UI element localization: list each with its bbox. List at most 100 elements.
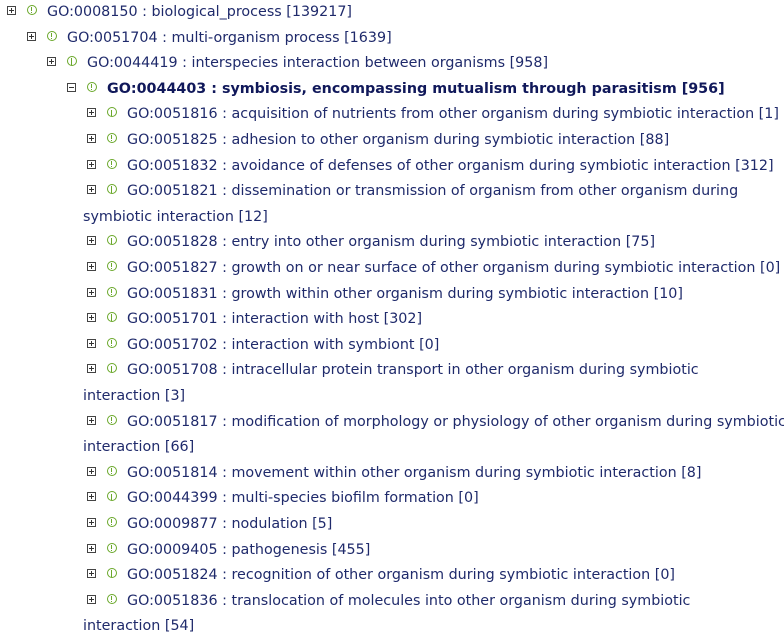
go-term-link[interactable]: GO:0051821 : dissemination or transmissi… <box>127 179 738 205</box>
go-term-link[interactable]: GO:0051825 : adhesion to other organism … <box>127 128 669 154</box>
expand-toggle-icon[interactable] <box>27 31 36 41</box>
go-term-id: GO:0051827 <box>127 260 218 276</box>
tree-row: GO:0051816 : acquisition of nutrients fr… <box>0 102 784 128</box>
go-term-count: [66] <box>160 439 195 456</box>
go-term-link[interactable]: GO:0051708 : intracellular protein trans… <box>127 358 699 384</box>
go-term-link[interactable]: GO:0051814 : movement within other organ… <box>127 461 701 487</box>
go-term-id: GO:0051832 <box>127 157 218 174</box>
go-term-link[interactable]: GO:0051817 : modification of morphology … <box>127 410 784 436</box>
expand-toggle-icon[interactable] <box>87 492 96 502</box>
go-term-id: GO:0051704 <box>67 29 158 46</box>
go-term-link[interactable]: GO:0009405 : pathogenesis [455] <box>127 538 370 564</box>
go-term-separator: : <box>217 362 232 379</box>
info-icon[interactable] <box>107 491 117 502</box>
tree-row: GO:0009405 : pathogenesis [455] <box>0 538 784 564</box>
expand-toggle-icon[interactable] <box>87 569 96 579</box>
info-icon[interactable] <box>107 261 117 271</box>
tree-row: GO:0051831 : growth within other organis… <box>0 282 784 308</box>
info-icon[interactable] <box>107 414 117 425</box>
expand-toggle-icon[interactable] <box>87 415 96 425</box>
go-term-name-continued[interactable]: interaction [3] <box>83 384 185 410</box>
expand-toggle-icon[interactable] <box>7 6 16 15</box>
info-icon[interactable] <box>107 363 117 374</box>
info-icon[interactable] <box>107 337 117 348</box>
go-term-link[interactable]: GO:0051702 : interaction with symbiont [… <box>127 333 439 359</box>
expand-toggle-icon[interactable] <box>87 236 96 246</box>
go-term-id: GO:0051814 <box>127 464 218 481</box>
info-icon[interactable] <box>107 312 117 323</box>
expand-toggle-icon[interactable] <box>47 57 56 67</box>
go-term-count: [956] <box>676 80 725 97</box>
go-term-name-tail: interaction <box>83 618 161 635</box>
go-term-separator: : <box>137 4 152 20</box>
info-icon[interactable] <box>47 30 57 41</box>
go-term-link[interactable]: GO:0051701 : interaction with host [302] <box>127 307 422 333</box>
collapse-toggle-icon[interactable] <box>67 82 76 92</box>
tree-row-continuation: interaction [3] <box>0 384 784 410</box>
go-term-count: [3] <box>160 388 186 404</box>
expand-toggle-icon[interactable] <box>87 543 96 553</box>
expand-toggle-icon[interactable] <box>87 313 96 323</box>
go-term-name-continued[interactable]: symbiotic interaction [12] <box>83 205 268 231</box>
go-term-count: [5] <box>307 516 333 532</box>
expand-toggle-icon[interactable] <box>87 518 96 527</box>
expand-toggle-icon[interactable] <box>87 364 96 374</box>
tree-row: GO:0051814 : movement within other organ… <box>0 461 784 487</box>
info-icon[interactable] <box>67 56 77 67</box>
go-term-name-continued[interactable]: interaction [54] <box>83 614 194 640</box>
go-term-count: [12] <box>233 208 268 225</box>
go-term-link[interactable]: GO:0051831 : growth within other organis… <box>127 282 683 308</box>
info-icon[interactable] <box>107 184 117 195</box>
expand-toggle-icon[interactable] <box>87 185 96 195</box>
tree-row: GO:0051817 : modification of morphology … <box>0 410 784 436</box>
go-term-link[interactable]: GO:0044399 : multi-species biofilm forma… <box>127 486 479 512</box>
tree-row: GO:0051836 : translocation of molecules … <box>0 589 784 615</box>
expand-toggle-icon[interactable] <box>87 108 96 118</box>
go-term-link[interactable]: GO:0051824 : recognition of other organi… <box>127 563 675 589</box>
go-term-name-continued[interactable]: interaction [66] <box>83 435 194 461</box>
go-term-link[interactable]: GO:0051828 : entry into other organism d… <box>127 230 655 256</box>
go-term-separator: : <box>177 55 192 72</box>
go-term-link[interactable]: GO:0044403 : symbiosis, encompassing mut… <box>107 77 725 103</box>
expand-toggle-icon[interactable] <box>87 338 96 348</box>
go-term-id: GO:0008150 <box>47 4 138 20</box>
info-icon[interactable] <box>107 235 117 246</box>
info-icon[interactable] <box>107 542 117 553</box>
info-icon[interactable] <box>27 5 37 15</box>
go-term-link[interactable]: GO:0051836 : translocation of molecules … <box>127 589 690 615</box>
tree-row: GO:0051824 : recognition of other organi… <box>0 563 784 589</box>
expand-toggle-icon[interactable] <box>87 134 96 143</box>
go-term-link[interactable]: GO:0009877 : nodulation [5] <box>127 512 332 538</box>
info-icon[interactable] <box>107 465 117 476</box>
expand-toggle-icon[interactable] <box>87 159 96 169</box>
info-icon[interactable] <box>107 107 117 118</box>
go-term-link[interactable]: GO:0044419 : interspecies interaction be… <box>87 51 548 77</box>
expand-toggle-icon[interactable] <box>87 262 96 271</box>
go-term-name: biological_process <box>151 4 282 20</box>
info-icon[interactable] <box>107 593 117 604</box>
expand-toggle-icon[interactable] <box>87 594 96 604</box>
info-icon[interactable] <box>107 158 117 169</box>
info-icon[interactable] <box>87 81 97 92</box>
go-term-count: [0] <box>755 260 781 276</box>
go-term-link[interactable]: GO:0051816 : acquisition of nutrients fr… <box>127 102 779 128</box>
go-term-id: GO:0051836 <box>127 592 218 609</box>
go-term-id: GO:0051708 <box>127 362 218 379</box>
tree-row: GO:0051708 : intracellular protein trans… <box>0 358 784 384</box>
go-term-name: recognition of other organism during sym… <box>231 567 651 584</box>
info-icon[interactable] <box>107 568 117 579</box>
go-term-separator: : <box>217 490 232 507</box>
go-term-link[interactable]: GO:0051827 : growth on or near surface o… <box>127 256 780 282</box>
go-term-id: GO:0051824 <box>127 567 218 584</box>
go-term-link[interactable]: GO:0051704 : multi-organism process [163… <box>67 26 392 52</box>
info-icon[interactable] <box>107 133 117 143</box>
go-term-link[interactable]: GO:0051832 : avoidance of defenses of ot… <box>127 154 774 180</box>
info-icon[interactable] <box>107 517 117 527</box>
info-icon[interactable] <box>107 286 117 297</box>
expand-toggle-icon[interactable] <box>87 466 96 476</box>
expand-toggle-icon[interactable] <box>87 287 96 297</box>
go-term-separator: : <box>217 183 232 200</box>
go-term-id: GO:0009877 <box>127 516 218 532</box>
tree-row-continuation: interaction [66] <box>0 435 784 461</box>
go-term-link[interactable]: GO:0008150 : biological_process [139217] <box>47 0 352 26</box>
